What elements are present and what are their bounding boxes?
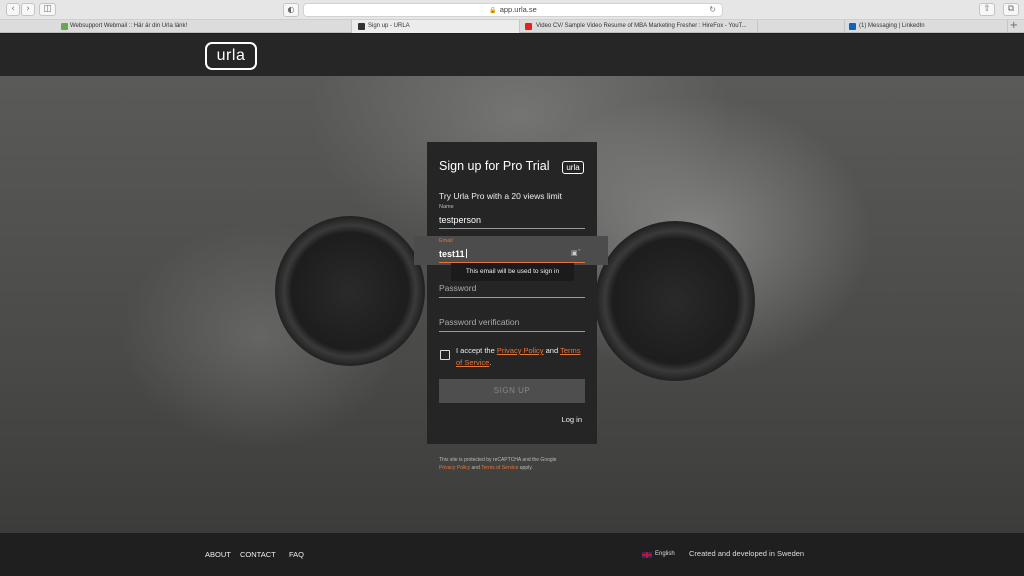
share-icon[interactable]: ⇧ (979, 3, 995, 16)
reload-icon[interactable]: ↻ (709, 4, 716, 16)
log-in-link[interactable]: Log in (562, 415, 582, 424)
uk-flag-icon (642, 552, 652, 558)
address-bar[interactable]: 🔒 app.urla.se ↻ (303, 3, 723, 17)
accept-terms-text: I accept the Privacy Policy and Terms of… (456, 346, 581, 367)
favicon-icon (61, 23, 68, 30)
binocular-lens-left (275, 216, 425, 366)
password-verification-field[interactable]: Password verification (439, 317, 519, 327)
tab-signup[interactable]: Sign up - URLA (352, 20, 520, 33)
tab-bar: Websupport Webmail :: Här är din Urla lä… (0, 20, 1024, 33)
tab-youtube[interactable]: Video CV/ Sample Video Resume of MBA Mar… (520, 20, 758, 33)
footer-credits: Created and developed in Sweden (689, 549, 805, 558)
form-subtitle: Try Urla Pro with a 20 views limit (439, 191, 562, 201)
privacy-icon[interactable]: ◐ (283, 3, 299, 17)
language-selector[interactable]: English (655, 551, 675, 557)
forward-icon[interactable]: › (21, 3, 35, 16)
sidebar-icon[interactable]: ◫ (39, 3, 56, 16)
lock-icon: 🔒 (489, 8, 497, 14)
url-text: app.urla.se (499, 5, 537, 14)
accept-terms-checkbox[interactable] (440, 350, 450, 360)
tab-linkedin[interactable]: (1) Messaging | LinkedIn (844, 20, 1008, 33)
footer-contact-link[interactable]: CONTACT (240, 550, 276, 559)
password-field[interactable]: Password (439, 283, 476, 293)
site-footer: ABOUT CONTACT FAQ English Created and de… (0, 533, 1024, 576)
favicon-icon (525, 23, 532, 30)
back-icon[interactable]: ‹ (6, 3, 20, 16)
form-title: Sign up for Pro Trial (439, 159, 550, 173)
privacy-policy-link[interactable]: Privacy Policy (497, 346, 544, 355)
autofill-contact-icon[interactable]: ▣ˇ (571, 249, 581, 257)
name-underline (439, 228, 585, 229)
browser-toolbar: ‹ › ◫ ◐ 🔒 app.urla.se ↻ ⇧ ⧉ (0, 0, 1024, 20)
email-field[interactable]: test11 (439, 249, 467, 259)
google-privacy-link[interactable]: Privacy Policy (439, 465, 470, 471)
recaptcha-notice: This site is protected by reCAPTCHA and … (439, 457, 557, 471)
footer-about-link[interactable]: ABOUT (205, 550, 231, 559)
binocular-lens-right (595, 221, 755, 381)
signup-card: Sign up for Pro Trial urla Try Urla Pro … (427, 142, 597, 444)
password-underline (439, 297, 585, 298)
name-label: Name (439, 204, 454, 210)
site-header: urla (0, 34, 1024, 76)
password-verification-underline (439, 331, 585, 332)
text-cursor (465, 249, 467, 258)
sign-up-button[interactable]: SIGN UP (439, 379, 585, 403)
new-tab-icon[interactable]: + (1010, 20, 1018, 32)
tabs-overview-icon[interactable]: ⧉ (1003, 3, 1019, 16)
favicon-icon (358, 23, 365, 30)
urla-logo[interactable]: urla (205, 42, 257, 70)
favicon-icon (849, 23, 856, 30)
name-field[interactable]: testperson (439, 215, 481, 225)
tab-webmail[interactable]: Websupport Webmail :: Här är din Urla lä… (58, 20, 352, 33)
email-label: Email (439, 238, 453, 244)
footer-faq-link[interactable]: FAQ (289, 550, 304, 559)
email-tooltip: This email will be used to sign in (451, 263, 574, 281)
google-terms-link[interactable]: Terms of Service (481, 465, 518, 471)
urla-badge: urla (562, 161, 584, 174)
